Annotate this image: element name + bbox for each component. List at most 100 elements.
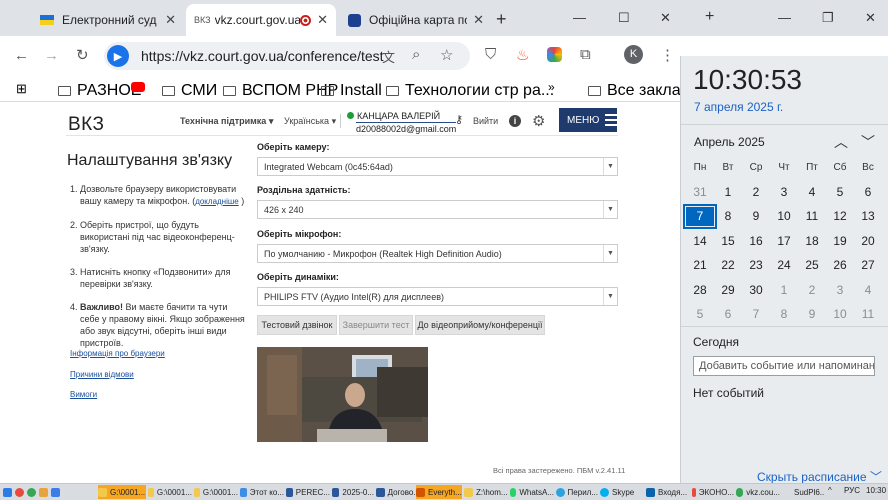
test-call-button[interactable]: Тестовий дзвінок bbox=[257, 315, 337, 335]
chevron-up-icon[interactable]: ^ bbox=[828, 486, 832, 495]
taskbar-item[interactable]: PEREC... bbox=[286, 485, 330, 499]
maximize-icon[interactable]: ☐ bbox=[618, 10, 630, 26]
profile-avatar[interactable]: K bbox=[624, 45, 643, 64]
support-menu[interactable]: Технічна підтримка ▾ bbox=[180, 116, 273, 127]
taskbar-item[interactable]: Z:\hom... bbox=[464, 485, 508, 499]
back-icon[interactable]: ← bbox=[14, 47, 29, 64]
end-test-button[interactable]: Завершити тест bbox=[339, 315, 413, 335]
close-icon[interactable]: ✕ bbox=[317, 12, 328, 28]
close-icon[interactable]: ✕ bbox=[473, 12, 484, 28]
main-menu-button[interactable]: МЕНЮ bbox=[559, 108, 617, 132]
calendar-day[interactable]: 6 bbox=[714, 307, 742, 321]
close-icon[interactable]: ✕ bbox=[165, 12, 176, 28]
bookmark-folder[interactable]: Install bbox=[321, 82, 382, 100]
calendar-day[interactable]: 23 bbox=[742, 258, 770, 272]
taskbar-item[interactable]: WhatsA... bbox=[510, 485, 554, 499]
calendar-day[interactable]: 5 bbox=[826, 185, 854, 199]
taskbar-item[interactable]: Этот ко... bbox=[240, 485, 284, 499]
calendar-day[interactable]: 16 bbox=[742, 234, 770, 248]
microphone-select[interactable]: По умолчанию - Микрофон (Realtek High De… bbox=[257, 244, 618, 263]
calendar-day[interactable]: 10 bbox=[826, 307, 854, 321]
tab-official-map[interactable]: Офіційна карта по ✕ bbox=[340, 4, 492, 36]
tab-electronic-court[interactable]: Електронний суд ✕ bbox=[32, 4, 184, 36]
extension-color-icon[interactable] bbox=[547, 47, 562, 62]
youtube-bookmark[interactable] bbox=[131, 82, 145, 92]
calendar-day[interactable]: 13 bbox=[854, 209, 882, 223]
tab-vkz[interactable]: ВКЗ vkz.court.gov.ua ✕ bbox=[186, 4, 336, 36]
taskbar-item[interactable]: vkz.cou... bbox=[736, 485, 780, 499]
calendar-day[interactable]: 11 bbox=[798, 209, 826, 223]
app-icon[interactable] bbox=[51, 487, 60, 497]
taskbar-item[interactable]: G:\0001... bbox=[98, 485, 146, 499]
restore-icon[interactable]: ❐ bbox=[822, 10, 834, 26]
calendar-month[interactable]: Апрель 2025 bbox=[694, 135, 765, 149]
calendar-day[interactable]: 1 bbox=[714, 185, 742, 199]
calendar-day[interactable]: 10 bbox=[770, 209, 798, 223]
close-window-icon[interactable]: ✕ bbox=[660, 10, 671, 26]
start-icon[interactable] bbox=[3, 487, 12, 497]
camera-in-use-icon[interactable]: ▶ bbox=[107, 45, 129, 67]
taskbar-item[interactable]: Everyth... bbox=[416, 485, 462, 499]
taskbar-item[interactable]: G:\0001... bbox=[194, 485, 238, 499]
chevron-up-icon[interactable]: ︿ bbox=[834, 132, 848, 152]
explorer-icon[interactable] bbox=[39, 487, 48, 497]
calendar-day[interactable]: 26 bbox=[826, 258, 854, 272]
calendar-day[interactable]: 21 bbox=[686, 258, 714, 272]
calendar-day[interactable]: 2 bbox=[798, 283, 826, 297]
language-indicator[interactable]: РУС bbox=[844, 486, 860, 495]
calendar-day[interactable]: 14 bbox=[686, 234, 714, 248]
zoom-icon[interactable]: ⌕ bbox=[412, 46, 420, 63]
details-link[interactable]: докладніше bbox=[195, 197, 239, 206]
minimize-icon[interactable]: — bbox=[573, 10, 586, 25]
logout-link[interactable]: Вийти bbox=[473, 116, 498, 126]
site-logo[interactable]: ВКЗ bbox=[68, 114, 105, 136]
bookmark-folder[interactable]: Технологии стр ра... bbox=[386, 82, 554, 100]
taskbar-item[interactable]: SudPl6... bbox=[794, 485, 824, 499]
taskbar-item[interactable]: 2025-0... bbox=[332, 485, 374, 499]
key-icon[interactable]: ⚷ bbox=[455, 113, 463, 126]
new-tab-button[interactable]: + bbox=[496, 9, 507, 30]
calendar-day[interactable]: 9 bbox=[742, 209, 770, 223]
calendar-day[interactable]: 8 bbox=[770, 307, 798, 321]
chrome-alt-icon[interactable] bbox=[27, 487, 36, 497]
taskbar-item[interactable]: ЭКОНО... bbox=[692, 485, 734, 499]
add-event-input[interactable]: Добавить событие или напоминание bbox=[693, 356, 875, 376]
calendar-day[interactable]: 11 bbox=[854, 307, 882, 321]
calendar-day[interactable]: 4 bbox=[854, 283, 882, 297]
language-menu[interactable]: Українська ▾ bbox=[284, 116, 336, 127]
calendar-day-today[interactable]: 7 bbox=[683, 203, 717, 229]
minimize-icon[interactable]: — bbox=[778, 10, 791, 25]
chrome-icon[interactable] bbox=[15, 487, 24, 497]
calendar-day[interactable]: 7 bbox=[742, 307, 770, 321]
calendar-day[interactable]: 20 bbox=[854, 234, 882, 248]
close-window-icon[interactable]: ✕ bbox=[865, 10, 876, 26]
calendar-day[interactable]: 4 bbox=[798, 185, 826, 199]
calendar-day[interactable]: 29 bbox=[714, 283, 742, 297]
calendar-day[interactable]: 9 bbox=[798, 307, 826, 321]
calendar-day[interactable]: 31 bbox=[686, 185, 714, 199]
calendar-day[interactable]: 22 bbox=[714, 258, 742, 272]
more-bookmarks-icon[interactable]: » bbox=[548, 80, 555, 94]
taskbar-clock[interactable]: 10:30 bbox=[866, 486, 886, 495]
forward-icon[interactable]: → bbox=[44, 47, 59, 64]
new-tab-icon[interactable]: + bbox=[705, 8, 714, 26]
resolution-select[interactable]: 426 x 240 ▼ bbox=[257, 200, 618, 219]
bookmark-star-icon[interactable]: ☆ bbox=[440, 46, 453, 64]
bookmark-folder[interactable]: СМИ bbox=[162, 82, 217, 100]
reload-icon[interactable]: ↻ bbox=[76, 46, 89, 64]
calendar-day[interactable]: 17 bbox=[770, 234, 798, 248]
calendar-day[interactable]: 15 bbox=[714, 234, 742, 248]
calendar-day[interactable]: 3 bbox=[770, 185, 798, 199]
calendar-day[interactable]: 18 bbox=[798, 234, 826, 248]
calendar-day[interactable]: 25 bbox=[798, 258, 826, 272]
calendar-day[interactable]: 27 bbox=[854, 258, 882, 272]
bookmark-folder[interactable]: РАЗНОЕ bbox=[58, 82, 141, 100]
calendar-day[interactable]: 19 bbox=[826, 234, 854, 248]
taskbar-item[interactable]: Догово... bbox=[376, 485, 420, 499]
requirements-link[interactable]: Вимоги bbox=[70, 390, 97, 399]
taskbar-item[interactable]: Входя... bbox=[646, 485, 690, 499]
calendar-day[interactable]: 1 bbox=[770, 283, 798, 297]
taskbar-item[interactable]: Перил... bbox=[556, 485, 598, 499]
calendar-day[interactable]: 30 bbox=[742, 283, 770, 297]
settings-gears-icon[interactable]: ⚙ bbox=[532, 112, 545, 130]
